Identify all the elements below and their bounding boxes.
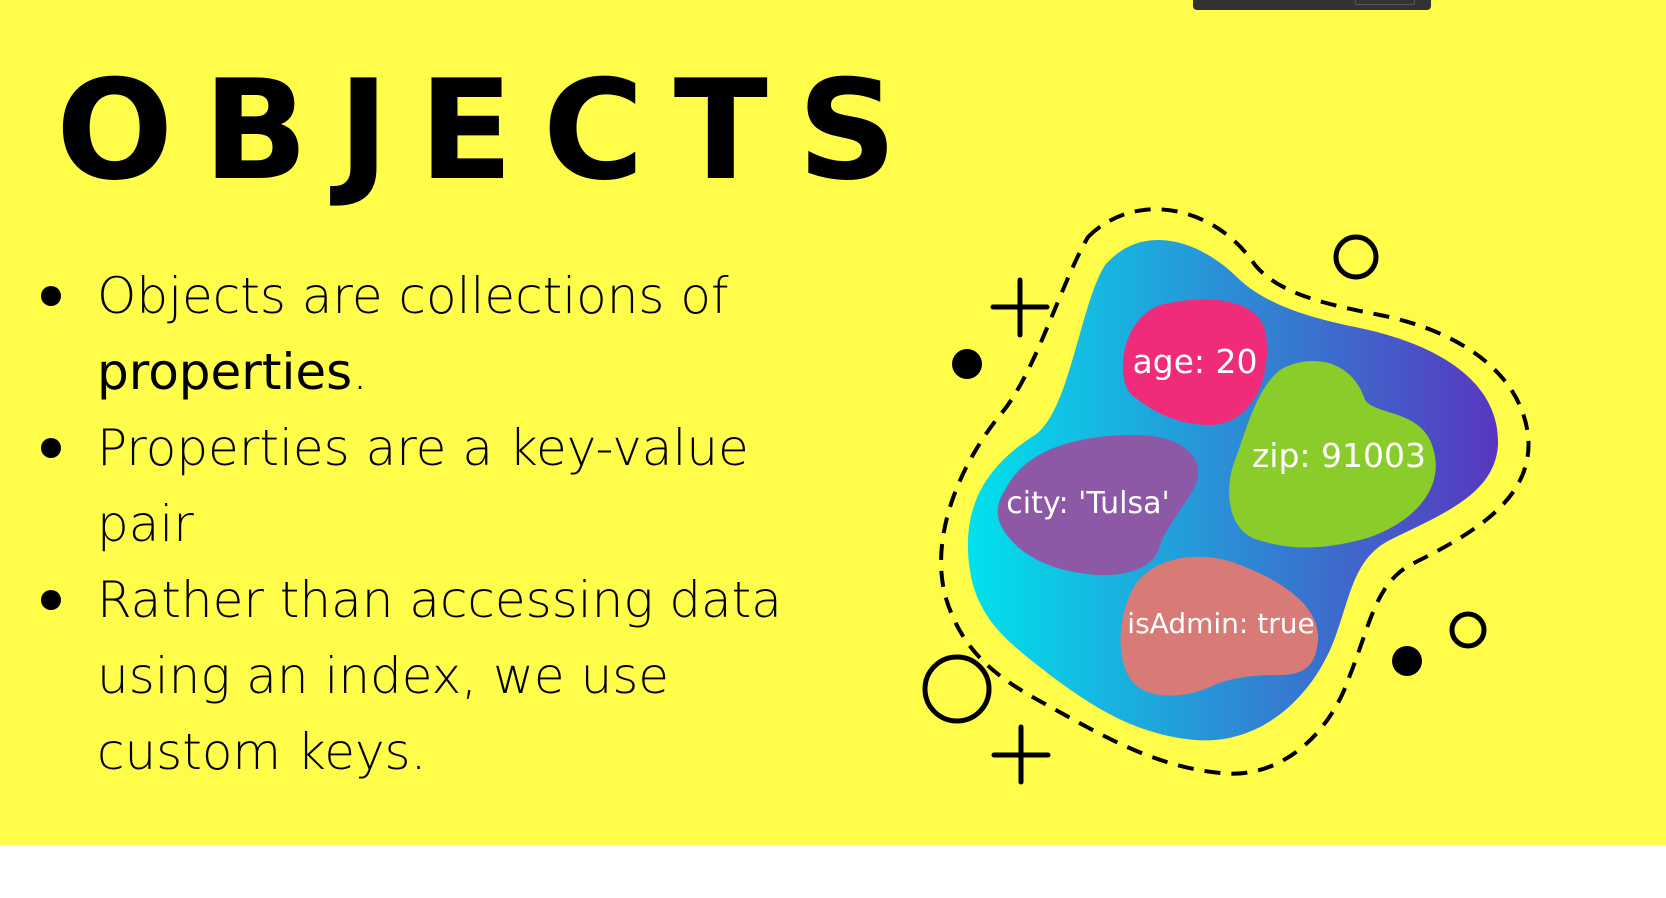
- bottom-bar: [0, 845, 1666, 898]
- bullet-list: Objects are collections of properties. P…: [40, 258, 860, 790]
- bullet-emphasis: properties: [97, 343, 353, 401]
- circle-outline-icon: [1333, 234, 1379, 280]
- plus-icon: [990, 277, 1050, 338]
- bullet-suffix: .: [352, 343, 369, 401]
- bullet-text: Rather than accessing data using an inde…: [97, 571, 782, 781]
- bullet-dot-icon: [41, 438, 61, 458]
- property-label-age: age: 20: [1132, 342, 1257, 381]
- property-label-isadmin: isAdmin: true: [1127, 607, 1314, 640]
- bullet-dot-icon: [41, 286, 61, 306]
- bullet-item: Objects are collections of properties.: [40, 258, 860, 410]
- dot-icon: [952, 349, 982, 379]
- bullet-dot-icon: [41, 590, 61, 610]
- property-label-city: city: 'Tulsa': [1006, 486, 1169, 521]
- bullet-text: Properties are a key-value pair: [97, 419, 749, 553]
- window-toolbar-stub[interactable]: [1193, 0, 1431, 10]
- circle-outline-icon: [922, 654, 992, 724]
- bullet-item: Rather than accessing data using an inde…: [40, 562, 860, 790]
- slide-title: OBJECTS: [56, 50, 927, 211]
- window-toolbar-button[interactable]: [1355, 0, 1415, 5]
- bullet-item: Properties are a key-value pair: [40, 410, 860, 562]
- plus-icon: [991, 724, 1051, 785]
- object-illustration: age: 20 zip: 91003 city: 'Tulsa' isAdmin…: [922, 207, 1531, 785]
- slide: OBJECTS Objects are collections of prope…: [0, 0, 1666, 845]
- circle-outline-icon: [1449, 611, 1487, 649]
- bullet-text: Objects are collections of: [97, 267, 729, 325]
- property-label-zip: zip: 91003: [1252, 436, 1426, 475]
- dot-icon: [1392, 646, 1422, 676]
